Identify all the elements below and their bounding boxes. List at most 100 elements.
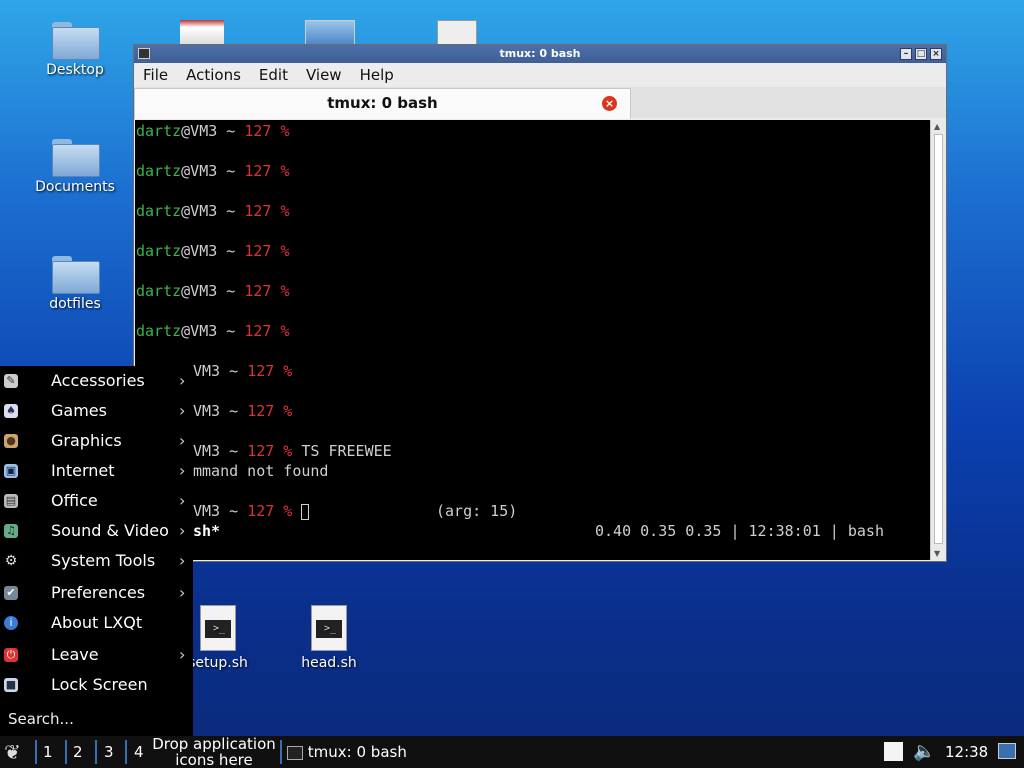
folder-icon [52,22,100,60]
script-file-icon: >_ [311,605,347,651]
task-label: tmux: 0 bash [307,743,407,761]
drop-text-line1: Drop application [152,735,276,753]
chevron-right-icon: › [179,645,186,664]
internet-icon: ▣ [4,464,18,478]
arg-indicator: (arg: 15) [436,502,518,520]
chevron-right-icon: › [179,431,186,450]
prompt-line: VM3 ~ 127 % [193,402,293,420]
menu-item-graphics[interactable]: ● Graphics › [0,426,193,456]
volume-icon[interactable]: 🔈 [913,736,935,768]
scroll-up-icon[interactable]: ▲ [934,122,940,131]
games-icon: ♠ [4,404,18,418]
terminal-output[interactable]: dartz@VM3 ~ 127 % dartz@VM3 ~ 127 % dart… [135,120,931,560]
clock[interactable]: 12:38 [945,736,988,768]
menu-search-input[interactable]: Search... [8,710,74,728]
tab-label: tmux: 0 bash [327,94,438,112]
workspace-separator [95,740,97,764]
menu-item-system-tools[interactable]: ⚙ System Tools › [0,546,193,576]
info-icon: i [4,616,18,630]
menu-item-about-lxqt[interactable]: i About LXQt [0,608,193,638]
prompt-line: dartz@VM3 ~ 127 % [136,162,290,180]
scroll-down-icon[interactable]: ▼ [934,549,940,558]
workspace-4-button[interactable]: 4 [134,736,144,768]
partial-computer-icon [305,20,355,46]
clipboard-tray-icon[interactable] [884,742,903,761]
lock-icon: ■ [4,678,18,692]
accessories-icon: ✎ [4,374,18,388]
workspace-1-button[interactable]: 1 [43,736,53,768]
minimize-button[interactable]: – [900,48,912,60]
close-window-button[interactable]: × [930,48,942,60]
close-tab-icon[interactable]: × [602,96,617,111]
workspace-2-button[interactable]: 2 [73,736,83,768]
scrollbar-thumb[interactable] [934,134,943,544]
taskbar: ❦ 1 2 3 4 Drop application icons here tm… [0,736,1024,768]
preferences-icon: ✔ [4,586,18,600]
command-line: VM3 ~ 127 % TS FREEWEE [193,442,392,460]
prompt-line: dartz@VM3 ~ 127 % [136,282,290,300]
chevron-right-icon: › [179,461,186,480]
prompt-line: dartz@VM3 ~ 127 % [136,122,290,140]
dotfiles-folder-icon[interactable]: dotfiles [30,256,120,312]
sound-video-icon: ♫ [4,524,18,538]
workspace-separator [125,740,127,764]
show-desktop-icon[interactable] [998,743,1016,759]
window-title: tmux: 0 bash [499,47,581,60]
menu-item-sound-video[interactable]: ♫ Sound & Video › [0,516,193,546]
workspace-3-button[interactable]: 3 [104,736,114,768]
documents-icon-label: Documents [35,179,115,195]
menu-item-leave[interactable]: ⏻ Leave › [0,640,193,670]
system-tools-icon: ⚙ [4,553,18,569]
terminal-window[interactable]: tmux: 0 bash – □ × File Actions Edit Vie… [133,44,947,562]
prompt-line: dartz@VM3 ~ 127 % [136,322,290,340]
chevron-right-icon: › [179,583,186,602]
partial-desktop-icon [180,20,224,44]
menu-item-preferences[interactable]: ✔ Preferences › [0,578,193,608]
desktop-icon-label: Desktop [46,62,104,78]
workspace-separator [65,740,67,764]
current-prompt-line: VM3 ~ 127 % [193,502,310,520]
menu-item-accessories[interactable]: ✎ Accessories › [0,366,193,396]
tab-tmux[interactable]: tmux: 0 bash × [134,88,631,119]
quicklaunch-drop-area[interactable]: Drop application icons here [150,736,278,768]
menu-file[interactable]: File [134,66,177,84]
tab-bar: tmux: 0 bash × [134,87,946,119]
office-icon: ▤ [4,494,18,508]
menu-item-office[interactable]: ▤ Office › [0,486,193,516]
start-menu: ✎ Accessories › ♠ Games › ● Graphics › ▣… [0,366,193,736]
menu-edit[interactable]: Edit [250,66,297,84]
maximize-button[interactable]: □ [915,48,927,60]
chevron-right-icon: › [179,371,186,390]
terminal-task-icon [287,745,303,760]
head-sh-file-icon[interactable]: >_ head.sh [284,605,374,671]
text-cursor [301,503,310,520]
menu-item-games[interactable]: ♠ Games › [0,396,193,426]
vertical-scrollbar[interactable]: ▲ ▼ [930,120,946,560]
graphics-icon: ● [4,434,18,448]
desktop-folder-icon[interactable]: Desktop [30,22,120,78]
menu-help[interactable]: Help [351,66,403,84]
chevron-right-icon: › [179,491,186,510]
window-titlebar[interactable]: tmux: 0 bash – □ × [134,45,946,63]
menu-item-lock-screen[interactable]: ■ Lock Screen [0,670,193,700]
folder-icon [52,256,100,294]
partial-file-icon [437,20,477,46]
chevron-right-icon: › [179,551,186,570]
prompt-line: VM3 ~ 127 % [193,362,293,380]
start-menu-button[interactable]: ❦ [4,736,21,768]
task-separator [280,740,282,764]
dotfiles-icon-label: dotfiles [49,296,101,312]
terminal-app-icon [138,48,150,59]
menu-item-internet[interactable]: ▣ Internet › [0,456,193,486]
head-sh-label: head.sh [301,655,357,671]
error-line: mmand not found [193,462,329,480]
menubar: File Actions Edit View Help [134,63,946,87]
documents-folder-icon[interactable]: Documents [30,139,120,195]
menu-view[interactable]: View [297,66,351,84]
chevron-right-icon: › [179,401,186,420]
tmux-status-left: sh* [193,522,221,540]
menu-actions[interactable]: Actions [177,66,250,84]
prompt-line: dartz@VM3 ~ 127 % [136,242,290,260]
drop-text-line2: icons here [175,751,253,768]
task-button-tmux[interactable]: tmux: 0 bash [287,736,407,768]
